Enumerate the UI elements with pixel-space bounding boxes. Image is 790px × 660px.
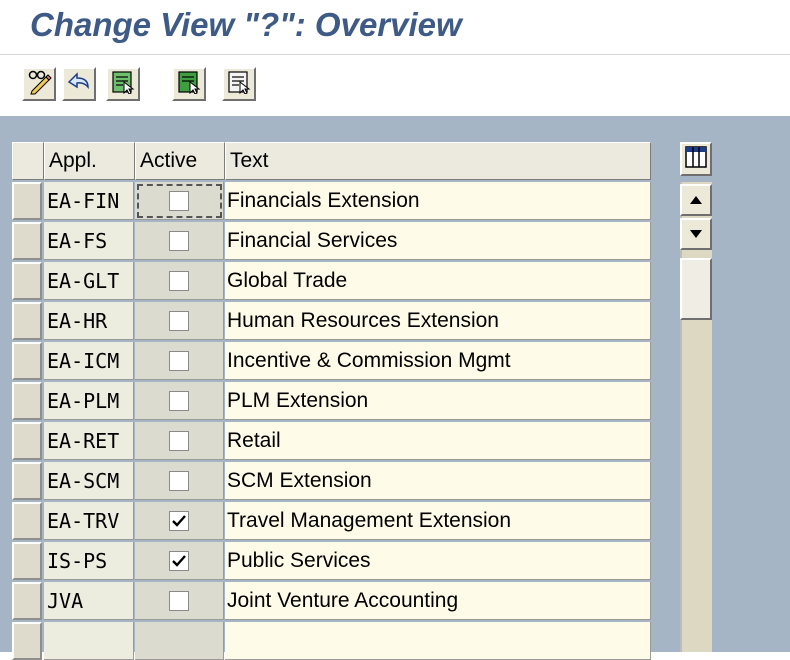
row-selector[interactable] <box>12 382 42 420</box>
deselect-all-button[interactable] <box>222 67 256 101</box>
active-checkbox[interactable] <box>169 350 189 371</box>
cell-text: Financials Extension <box>225 182 651 220</box>
pencil-glasses-icon <box>26 69 52 100</box>
column-header-appl[interactable]: Appl. <box>44 142 135 180</box>
row-selector[interactable] <box>12 302 42 340</box>
checkmark-icon <box>172 554 186 567</box>
page-title: Change View "?": Overview <box>30 6 462 43</box>
active-checkbox[interactable] <box>169 510 189 531</box>
active-checkbox[interactable] <box>169 550 189 571</box>
cell-text: Global Trade <box>225 262 651 300</box>
cell-active <box>135 342 224 380</box>
scrollbar-thumb[interactable] <box>680 258 712 320</box>
cell-appl: EA-GLT <box>44 262 134 300</box>
cell-appl: EA-FS <box>44 222 134 260</box>
cell-active <box>135 262 224 300</box>
cell-active <box>135 502 224 540</box>
table-settings-button[interactable] <box>680 142 712 176</box>
row-selector[interactable] <box>12 262 42 300</box>
cell-appl: EA-TRV <box>44 502 134 540</box>
select-all-rows-header[interactable] <box>12 142 44 180</box>
cell-text: Public Services <box>225 542 651 580</box>
cell-active <box>135 582 224 620</box>
cell-active <box>135 542 224 580</box>
cell-active <box>135 182 224 220</box>
cell-text: Financial Services <box>225 222 651 260</box>
triangle-up-icon <box>690 191 702 209</box>
cell-active <box>135 622 224 660</box>
cell-active <box>135 422 224 460</box>
cell-active <box>135 462 224 500</box>
row-selector[interactable] <box>12 222 42 260</box>
row-selector[interactable] <box>12 342 42 380</box>
undo-change-button[interactable] <box>62 67 96 101</box>
cell-active <box>135 222 224 260</box>
active-checkbox[interactable] <box>169 390 189 411</box>
cell-text: Joint Venture Accounting <box>225 582 651 620</box>
column-header-text[interactable]: Text <box>225 142 651 180</box>
row-selector[interactable] <box>12 582 42 620</box>
cell-text: Travel Management Extension <box>225 502 651 540</box>
select-block-icon <box>177 70 201 99</box>
active-checkbox[interactable] <box>169 270 189 291</box>
row-selector[interactable] <box>12 462 42 500</box>
cell-appl: JVA <box>44 582 134 620</box>
row-selector[interactable] <box>12 422 42 460</box>
row-selector[interactable] <box>12 502 42 540</box>
cell-text: Retail <box>225 422 651 460</box>
active-checkbox[interactable] <box>169 230 189 251</box>
checkmark-icon <box>172 514 186 527</box>
cell-text: PLM Extension <box>225 382 651 420</box>
application-toolbar <box>0 54 790 115</box>
cell-appl: EA-RET <box>44 422 134 460</box>
active-checkbox[interactable] <box>169 310 189 331</box>
cell-text: Human Resources Extension <box>225 302 651 340</box>
cell-active <box>135 302 224 340</box>
deselect-all-icon <box>227 70 251 99</box>
cell-appl: EA-SCM <box>44 462 134 500</box>
cell-appl: EA-ICM <box>44 342 134 380</box>
cell-text <box>225 622 651 660</box>
column-header-active[interactable]: Active <box>135 142 225 180</box>
row-selector[interactable] <box>12 182 42 220</box>
select-all-icon <box>111 70 135 99</box>
cell-appl: EA-HR <box>44 302 134 340</box>
triangle-down-icon <box>690 225 702 243</box>
cell-appl: IS-PS <box>44 542 134 580</box>
column-config-icon <box>685 145 707 173</box>
vertical-scrollbar[interactable] <box>680 182 712 652</box>
select-all-button[interactable] <box>106 67 140 101</box>
active-checkbox[interactable] <box>169 430 189 451</box>
display-change-button[interactable] <box>22 67 56 101</box>
cell-text: Incentive & Commission Mgmt <box>225 342 651 380</box>
scroll-up-button[interactable] <box>680 184 712 216</box>
active-checkbox[interactable] <box>169 190 189 211</box>
row-selector[interactable] <box>12 622 42 660</box>
cell-appl <box>44 622 134 660</box>
select-block-button[interactable] <box>172 67 206 101</box>
cell-appl: EA-PLM <box>44 382 134 420</box>
row-selector[interactable] <box>12 542 42 580</box>
cell-active <box>135 382 224 420</box>
active-checkbox[interactable] <box>169 470 189 491</box>
active-checkbox[interactable] <box>169 590 189 611</box>
scroll-down-button[interactable] <box>680 218 712 250</box>
cell-appl: EA-FIN <box>44 182 134 220</box>
undo-arrow-icon <box>66 69 92 100</box>
cell-text: SCM Extension <box>225 462 651 500</box>
